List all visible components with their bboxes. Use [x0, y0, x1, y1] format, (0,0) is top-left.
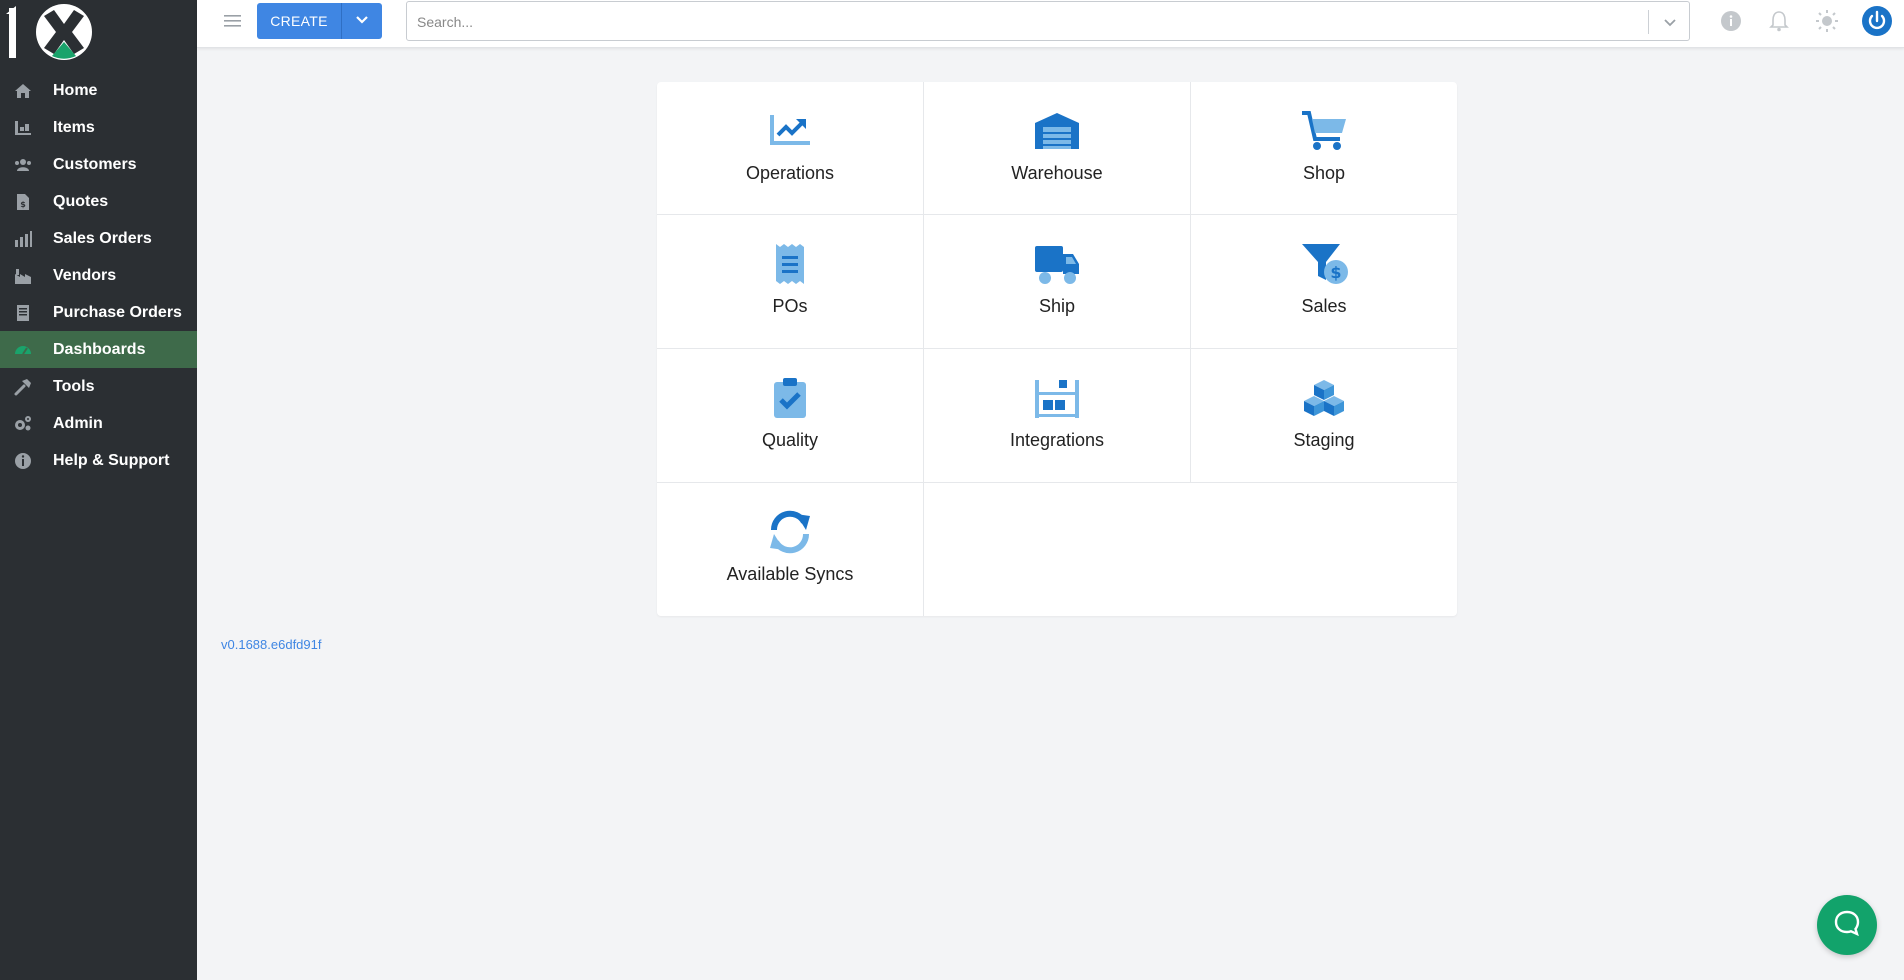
tile-label: Ship [1038, 296, 1076, 316]
clipboard-check-icon [764, 376, 816, 420]
sidebar-item-admin[interactable]: Admin [0, 405, 197, 442]
sidebar-item-label: Purchase Orders [53, 303, 182, 321]
tile-label: POs [772, 296, 808, 316]
tools-icon [12, 376, 34, 398]
create-dropdown-button[interactable] [342, 3, 382, 39]
sidebar-item-label: Customers [53, 155, 137, 173]
tile-staging[interactable]: Staging [1191, 349, 1457, 483]
sidebar-nav: Home Items Customers $ Quotes Sales Orde… [0, 72, 197, 479]
power-icon[interactable] [1861, 5, 1893, 37]
dashboards-icon [12, 339, 34, 361]
sidebar-item-label: Home [53, 81, 98, 99]
help-icon [12, 450, 34, 472]
admin-icon [12, 413, 34, 435]
tile-label: Available Syncs [726, 564, 854, 584]
tile-label: Shop [1302, 163, 1346, 183]
top-bar: CREATE [197, 0, 1904, 48]
shelves-icon [1031, 376, 1083, 420]
sidebar-item-purchase-orders[interactable]: Purchase Orders [0, 294, 197, 331]
tile-sales[interactable]: $ Sales [1191, 215, 1457, 349]
chat-button[interactable] [1817, 895, 1877, 955]
sidebar-item-help[interactable]: Help & Support [0, 442, 197, 479]
version-label: v0.1688.e6dfd91f [221, 637, 322, 652]
tile-shop[interactable]: Shop [1191, 82, 1457, 215]
tile-label: Quality [761, 430, 819, 450]
sidebar-item-tools[interactable]: Tools [0, 368, 197, 405]
tile-operations[interactable]: Operations [657, 82, 924, 215]
sidebar-item-label: Items [53, 118, 95, 136]
funnel-dollar-icon: $ [1298, 242, 1350, 286]
sidebar-item-sales-orders[interactable]: Sales Orders [0, 220, 197, 257]
grid-empty-area [924, 483, 1457, 616]
sidebar-item-label: Tools [53, 377, 95, 395]
quotes-icon: $ [12, 191, 34, 213]
sidebar-item-customers[interactable]: Customers [0, 146, 197, 183]
sidebar-item-dashboards[interactable]: Dashboards [0, 331, 197, 368]
sidebar: Home Items Customers $ Quotes Sales Orde… [0, 0, 197, 980]
tile-warehouse[interactable]: Warehouse [924, 82, 1191, 215]
cubes-icon [1298, 376, 1350, 420]
bell-icon[interactable] [1767, 9, 1791, 33]
sidebar-item-quotes[interactable]: $ Quotes [0, 183, 197, 220]
info-icon[interactable] [1719, 9, 1743, 33]
purchase-orders-icon [12, 302, 34, 324]
tile-label: Sales [1301, 296, 1347, 316]
app-logo[interactable] [4, 2, 96, 60]
tile-quality[interactable]: Quality [657, 349, 924, 483]
create-button-group: CREATE [257, 3, 382, 39]
create-button[interactable]: CREATE [257, 3, 342, 39]
sun-icon[interactable] [1815, 9, 1839, 33]
menu-icon[interactable] [223, 12, 243, 30]
sidebar-item-home[interactable]: Home [0, 72, 197, 109]
warehouse-icon [1031, 109, 1083, 153]
tile-label: Staging [1293, 430, 1355, 450]
cart-icon [1298, 109, 1350, 153]
sync-icon [764, 510, 816, 554]
chat-bubble-icon [1833, 909, 1861, 942]
sidebar-item-label: Help & Support [53, 451, 170, 469]
tile-ship[interactable]: Ship [924, 215, 1191, 349]
receipt-icon [764, 242, 816, 286]
sales-orders-icon [12, 228, 34, 250]
home-icon [12, 80, 34, 102]
tile-integrations[interactable]: Integrations [924, 349, 1191, 483]
sidebar-item-label: Vendors [53, 266, 117, 284]
tile-label: Integrations [1009, 430, 1105, 450]
sidebar-item-label: Sales Orders [53, 229, 152, 247]
sidebar-item-label: Admin [53, 414, 103, 432]
chart-line-icon [764, 109, 816, 153]
search-divider [1648, 10, 1649, 34]
search-box [406, 1, 1690, 41]
tile-label: Warehouse [1011, 163, 1103, 183]
sidebar-item-label: Dashboards [53, 340, 146, 358]
dashboard-grid: Operations Warehouse Shop POs Ship $ Sal… [657, 82, 1457, 616]
truck-icon [1031, 242, 1083, 286]
chevron-down-icon [355, 12, 369, 30]
sidebar-item-items[interactable]: Items [0, 109, 197, 146]
sidebar-item-label: Quotes [53, 192, 109, 210]
tile-available-syncs[interactable]: Available Syncs [657, 483, 924, 616]
customers-icon [12, 154, 34, 176]
search-dropdown-icon[interactable] [1661, 13, 1679, 31]
vendors-icon [12, 265, 34, 287]
sidebar-item-vendors[interactable]: Vendors [0, 257, 197, 294]
tile-pos[interactable]: POs [657, 215, 924, 349]
svg-text:$: $ [20, 200, 26, 209]
svg-text:$: $ [1330, 263, 1341, 282]
items-icon [12, 117, 34, 139]
search-input[interactable] [417, 11, 1617, 33]
tile-label: Operations [745, 163, 835, 183]
